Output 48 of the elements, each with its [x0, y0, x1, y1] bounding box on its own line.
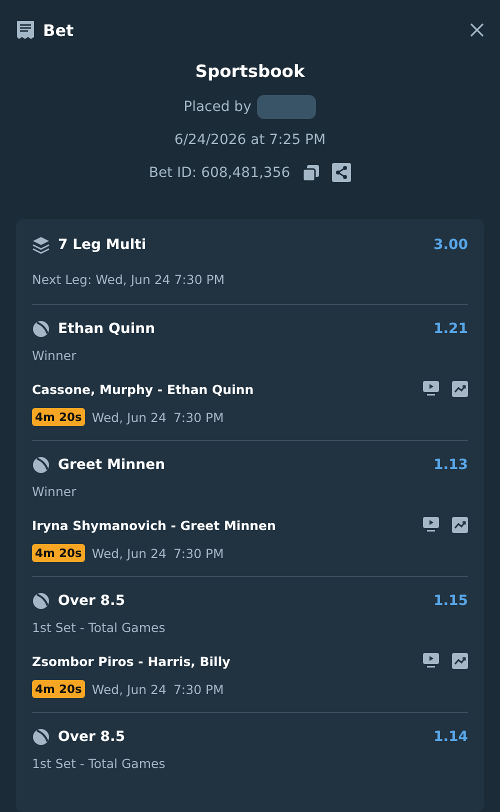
- trend-chart-icon[interactable]: [452, 517, 468, 533]
- tv-icon[interactable]: [423, 517, 439, 532]
- leg-market: 1st Set - Total Games: [32, 756, 166, 771]
- next-leg-time: Next Leg: Wed, Jun 24 7:30 PM: [32, 272, 226, 287]
- bet-id: Bet ID: 608,481,356: [148, 164, 290, 180]
- close-button[interactable]: [470, 23, 484, 37]
- leg-odds: 1.13: [433, 457, 468, 473]
- leg-selection: Over 8.5: [58, 593, 126, 609]
- leg-selection: Over 8.5: [58, 729, 126, 745]
- event-time: 7:30 PM: [173, 546, 224, 560]
- share-icon[interactable]: [332, 163, 352, 182]
- leg-odds: 1.15: [433, 593, 468, 609]
- tv-icon[interactable]: [423, 381, 439, 396]
- leg-odds: 1.14: [433, 729, 468, 745]
- event-time: 7:30 PM: [173, 682, 224, 696]
- trend-chart-icon[interactable]: [452, 381, 468, 397]
- match-name: Zsombor Piros - Harris, Billy: [32, 654, 230, 668]
- match-name: Iryna Shymanovich - Greet Minnen: [32, 518, 276, 532]
- sportsbook-title: Sportsbook: [195, 62, 305, 84]
- tennis-ball-icon: [32, 728, 50, 746]
- multi-odds: 3.00: [433, 237, 468, 253]
- match-name: Cassone, Murphy - Ethan Quinn: [32, 382, 254, 396]
- countdown-badge: 4m 20s: [32, 680, 85, 698]
- countdown-badge: 4m 20s: [32, 544, 85, 562]
- leg-odds: 1.21: [433, 321, 468, 337]
- event-date: Wed, Jun 24: [92, 546, 166, 560]
- placed-date: 6/24/2026 at 7:25 PM: [174, 132, 326, 148]
- leg-selection: Greet Minnen: [58, 457, 166, 473]
- event-date: Wed, Jun 24: [92, 682, 166, 696]
- receipt-icon: [16, 20, 35, 40]
- leg-market: Winner: [32, 484, 78, 499]
- event-date: Wed, Jun 24: [92, 410, 166, 424]
- tennis-ball-icon: [32, 320, 50, 338]
- tennis-ball-icon: [32, 592, 50, 610]
- tennis-ball-icon: [32, 456, 50, 474]
- placed-by-label: Placed by: [184, 98, 252, 114]
- panel-title: Bet: [43, 20, 74, 40]
- copy-icon[interactable]: [302, 164, 320, 182]
- countdown-badge: 4m 20s: [32, 408, 85, 426]
- redacted-name: [257, 94, 316, 118]
- trend-chart-icon[interactable]: [452, 653, 468, 669]
- leg-market: Winner: [32, 348, 78, 363]
- tv-icon[interactable]: [423, 653, 439, 668]
- multi-title: 7 Leg Multi: [58, 237, 146, 253]
- event-time: 7:30 PM: [173, 410, 224, 424]
- layers-icon: [32, 236, 50, 254]
- leg-selection: Ethan Quinn: [58, 321, 156, 337]
- leg-market: 1st Set - Total Games: [32, 620, 166, 635]
